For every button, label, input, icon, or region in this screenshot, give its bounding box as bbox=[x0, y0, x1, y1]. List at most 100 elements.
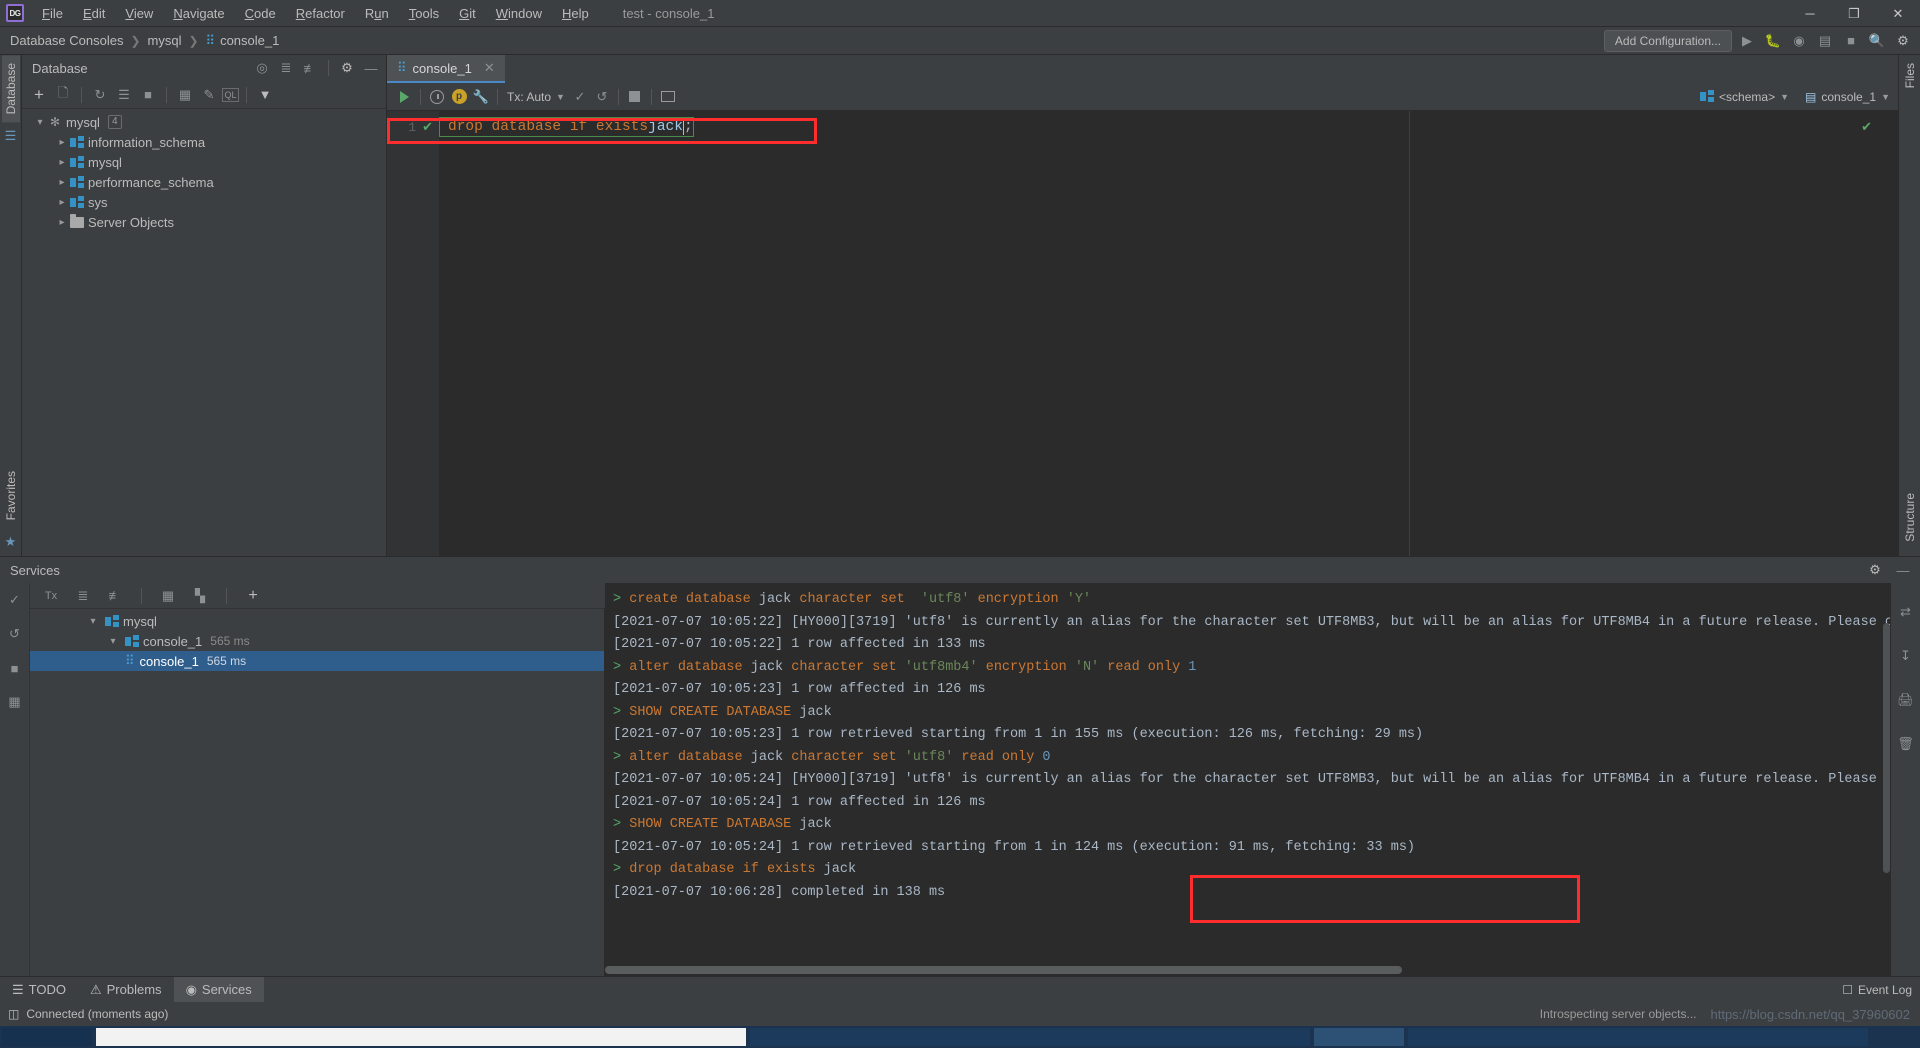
event-log-button[interactable]: Event Log bbox=[1858, 983, 1912, 997]
chevron-down-icon[interactable]: ▾ bbox=[32, 117, 48, 128]
collapse-all-icon[interactable]: ≢ bbox=[299, 57, 321, 79]
breadcrumb-database-consoles[interactable]: Database Consoles bbox=[6, 31, 127, 50]
menu-item-navigate[interactable]: Navigate bbox=[163, 2, 234, 25]
tree-node-server-objects[interactable]: ▸ Server Objects bbox=[22, 212, 386, 232]
code-line-1[interactable]: drop database if exists jack; bbox=[439, 117, 694, 137]
chevron-right-icon[interactable]: ▸ bbox=[54, 137, 70, 148]
scroll-to-end-icon[interactable]: ↧ bbox=[1895, 645, 1917, 667]
taskbar-item[interactable] bbox=[1408, 1028, 1868, 1046]
tree-node-information-schema[interactable]: ▸ information_schema bbox=[22, 132, 386, 152]
minimize-button[interactable]: ─ bbox=[1788, 0, 1832, 27]
inspection-ok-icon[interactable]: ✔ bbox=[1861, 119, 1872, 135]
filter-icon[interactable]: ▼ bbox=[254, 84, 276, 106]
tab-console-1[interactable]: ⠿ console_1 ✕ bbox=[387, 55, 505, 83]
hide-panel-icon[interactable]: — bbox=[1892, 559, 1914, 581]
sync-icon[interactable]: ☰ bbox=[113, 84, 135, 106]
output-grid-icon[interactable] bbox=[657, 86, 679, 108]
coverage-icon[interactable]: ◉ bbox=[1788, 30, 1810, 52]
editor-scrollbar[interactable] bbox=[1884, 111, 1898, 556]
taskbar-item[interactable] bbox=[750, 1028, 1310, 1046]
menu-item-file[interactable]: File bbox=[32, 2, 73, 25]
grid-view-icon[interactable]: ▦ bbox=[157, 585, 179, 607]
tree-node-sys[interactable]: ▸ sys bbox=[22, 192, 386, 212]
add-icon[interactable]: + bbox=[28, 84, 50, 106]
chevron-right-icon[interactable]: ▸ bbox=[54, 197, 70, 208]
locate-icon[interactable]: ◎ bbox=[251, 57, 273, 79]
code-area[interactable]: drop database if exists jack; ✔ bbox=[439, 111, 1898, 556]
tx-mode-selector[interactable]: Tx: Auto ▼ bbox=[503, 88, 569, 106]
menu-item-tools[interactable]: Tools bbox=[399, 2, 449, 25]
run-icon[interactable]: ▶ bbox=[1736, 30, 1758, 52]
tree-node-mysql-schema[interactable]: ▸ mysql bbox=[22, 152, 386, 172]
table-editor-icon[interactable]: ▦ bbox=[174, 84, 196, 106]
stop-icon[interactable]: ■ bbox=[137, 84, 159, 106]
console-session-selector[interactable]: ▤ console_1 ▼ bbox=[1801, 88, 1894, 106]
expand-all-icon[interactable]: ≣ bbox=[72, 585, 94, 607]
stripe-tab-files[interactable]: Files bbox=[1901, 55, 1919, 96]
bottom-tab-todo[interactable]: ☰ TODO bbox=[0, 977, 78, 1002]
expand-all-icon[interactable]: ≣ bbox=[275, 57, 297, 79]
output-horizontal-scrollbar[interactable] bbox=[605, 966, 1890, 974]
commit-icon[interactable]: ✓ bbox=[569, 86, 591, 108]
menu-item-view[interactable]: View bbox=[115, 2, 163, 25]
close-button[interactable]: ✕ bbox=[1876, 0, 1920, 27]
services-node-console-1-selected[interactable]: ⠿ console_1 565 ms bbox=[30, 651, 604, 671]
breadcrumb-console[interactable]: ⠿ console_1 bbox=[202, 31, 284, 51]
menu-item-code[interactable]: Code bbox=[235, 2, 286, 25]
add-configuration-button[interactable]: Add Configuration... bbox=[1603, 29, 1732, 52]
tree-node-mysql-root[interactable]: ▾ ✻ mysql 4 bbox=[22, 112, 386, 132]
chevron-right-icon[interactable]: ▸ bbox=[54, 177, 70, 188]
stripe-tab-favorites[interactable]: Favorites bbox=[2, 463, 20, 528]
taskbar-item[interactable] bbox=[1314, 1028, 1404, 1046]
services-node-console-session[interactable]: ▾ console_1 565 ms bbox=[30, 631, 604, 651]
schema-selector[interactable]: <schema> ▼ bbox=[1696, 88, 1793, 106]
modify-icon[interactable]: ✎ bbox=[198, 84, 220, 106]
menu-item-refactor[interactable]: Refactor bbox=[286, 2, 355, 25]
history-icon[interactable] bbox=[426, 86, 448, 108]
sql-editor[interactable]: 1 ✔ drop database if exists jack; ✔ bbox=[387, 111, 1898, 556]
commit-check-icon[interactable]: ✓ bbox=[4, 589, 26, 611]
rollback-icon[interactable]: ↺ bbox=[591, 86, 613, 108]
pin-icon[interactable]: ▦ bbox=[4, 691, 26, 713]
chevron-right-icon[interactable]: ▸ bbox=[54, 157, 70, 168]
hide-panel-icon[interactable]: — bbox=[360, 57, 382, 79]
stop-icon[interactable]: ■ bbox=[4, 657, 26, 679]
close-icon[interactable]: ✕ bbox=[484, 60, 495, 76]
menu-item-window[interactable]: Window bbox=[486, 2, 552, 25]
tx-icon[interactable]: Tx bbox=[40, 585, 62, 607]
output-vertical-scrollbar[interactable] bbox=[1883, 623, 1890, 873]
chevron-down-icon[interactable]: ▾ bbox=[85, 616, 101, 627]
settings-gear-icon[interactable]: ⚙ bbox=[336, 57, 358, 79]
services-output-pane[interactable]: > create database jack character set 'ut… bbox=[605, 583, 1920, 976]
maximize-button[interactable]: ❐ bbox=[1832, 0, 1876, 27]
delete-icon[interactable]: 🗑 bbox=[1895, 733, 1917, 755]
settings-gear-icon[interactable]: ⚙ bbox=[1864, 559, 1886, 581]
stripe-tab-structure[interactable]: Structure bbox=[1901, 485, 1919, 550]
menu-item-git[interactable]: Git bbox=[449, 2, 486, 25]
duplicate-icon[interactable]: 🗋 bbox=[52, 84, 74, 106]
parameters-icon[interactable]: p bbox=[448, 86, 470, 108]
settings-wrench-icon[interactable]: 🔧 bbox=[470, 86, 492, 108]
chevron-down-icon[interactable]: ▾ bbox=[105, 636, 121, 647]
run-icon[interactable] bbox=[393, 86, 415, 108]
stripe-tab-database[interactable]: Database bbox=[1, 55, 20, 123]
menu-item-help[interactable]: Help bbox=[552, 2, 599, 25]
add-icon[interactable]: + bbox=[242, 585, 264, 607]
settings-gear-icon[interactable]: ⚙ bbox=[1892, 30, 1914, 52]
profile-icon[interactable]: ▤ bbox=[1814, 30, 1836, 52]
breadcrumb-mysql[interactable]: mysql bbox=[144, 31, 186, 50]
debug-icon[interactable]: 🐛 bbox=[1762, 30, 1784, 52]
taskbar-item[interactable] bbox=[2, 1028, 92, 1046]
query-console-icon[interactable]: QL bbox=[222, 87, 239, 102]
collapse-all-icon[interactable]: ≢ bbox=[104, 585, 126, 607]
rerun-icon[interactable]: ↺ bbox=[4, 623, 26, 645]
services-node-mysql[interactable]: ▾ mysql bbox=[30, 611, 604, 631]
search-icon[interactable]: 🔍 bbox=[1866, 30, 1888, 52]
menu-item-edit[interactable]: Edit bbox=[73, 2, 115, 25]
chart-icon[interactable]: ▚ bbox=[189, 585, 211, 607]
refresh-icon[interactable]: ↻ bbox=[89, 84, 111, 106]
menu-item-run[interactable]: Run bbox=[355, 2, 399, 25]
print-icon[interactable]: 🖨 bbox=[1895, 689, 1917, 711]
bottom-tab-services[interactable]: ◉ Services bbox=[173, 977, 264, 1002]
soft-wrap-icon[interactable]: ⇄ bbox=[1895, 601, 1917, 623]
